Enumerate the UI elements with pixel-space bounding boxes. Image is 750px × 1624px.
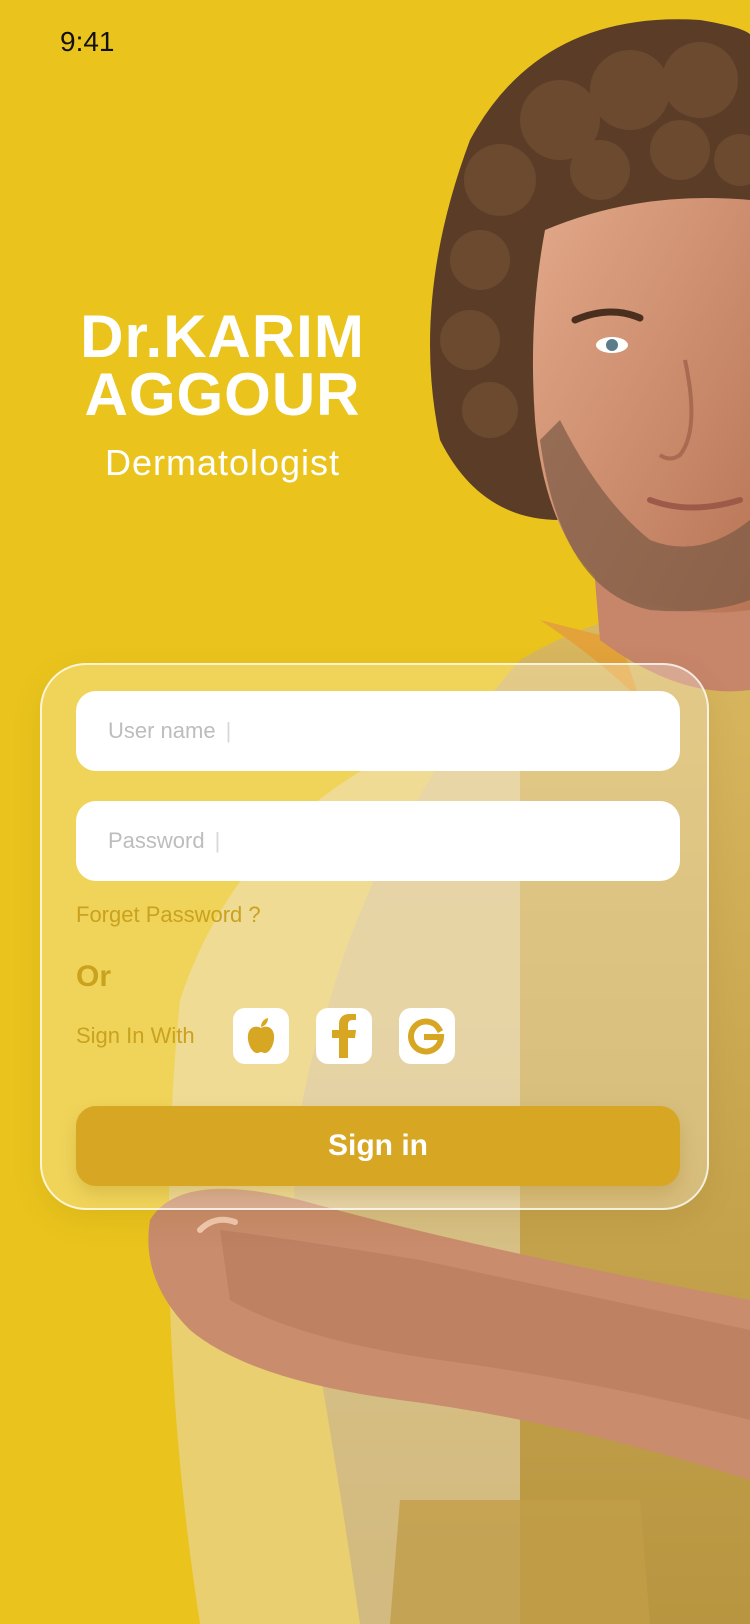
doctor-name: Dr.KARIM AGGOUR [0, 303, 445, 428]
password-placeholder: Password [108, 828, 205, 853]
sign-in-with-label: Sign In With [76, 1023, 195, 1048]
login-card: User name | Password | Forget Password ?… [40, 663, 709, 1210]
doctor-specialty: Dermatologist [104, 442, 341, 483]
or-divider-label: Or [76, 960, 112, 993]
doctor-name-line2: AGGOUR [84, 361, 361, 428]
facebook-sign-in-button[interactable] [316, 1008, 372, 1064]
forget-password-link[interactable]: Forget Password ? [76, 902, 261, 928]
text-caret: | [225, 718, 232, 743]
apple-icon [247, 1018, 275, 1053]
username-field[interactable]: User name | [76, 691, 680, 771]
google-icon [408, 1018, 445, 1055]
doctor-name-line1: Dr.KARIM [80, 303, 365, 370]
username-placeholder: User name [108, 718, 216, 743]
sign-in-button[interactable]: Sign in [76, 1106, 680, 1186]
facebook-icon [332, 1014, 356, 1058]
apple-sign-in-button[interactable] [233, 1008, 289, 1064]
google-sign-in-button[interactable] [399, 1008, 455, 1064]
text-caret: | [214, 828, 221, 853]
password-field[interactable]: Password | [76, 801, 680, 881]
